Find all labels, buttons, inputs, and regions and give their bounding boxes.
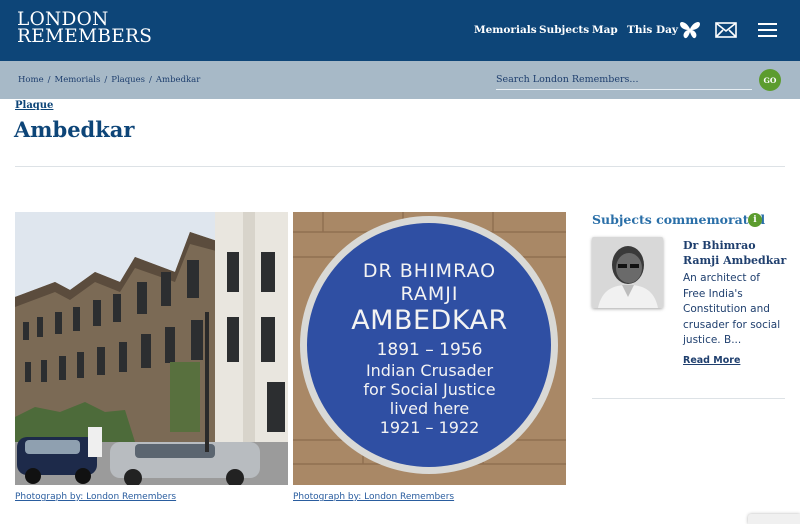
logo-line-2: REMEMBERS [17, 25, 153, 47]
street-photo-image [15, 212, 288, 485]
plaque-line: DR BHIMRAO [362, 260, 497, 282]
subject-name-link[interactable]: Dr Bhimrao Ramji Ambedkar [683, 238, 793, 268]
plaque-line: 1921 – 1922 [379, 418, 480, 437]
breadcrumb-plaques[interactable]: Plaques [111, 75, 145, 85]
butterfly-icon[interactable] [679, 20, 701, 40]
plaque-line: for Social Justice [363, 380, 496, 399]
divider [15, 166, 785, 167]
plaque-line: lived here [389, 399, 470, 418]
search-go-button[interactable]: GO [759, 69, 781, 91]
search-input[interactable] [496, 70, 752, 90]
nav-subjects[interactable]: Subjects [539, 24, 589, 36]
plaque-line: AMBEDKAR [351, 305, 508, 336]
site-logo[interactable]: LONDON REMEMBERS [17, 11, 153, 47]
plaque-line: 1891 – 1956 [376, 340, 483, 360]
breadcrumb-memorials[interactable]: Memorials [55, 75, 101, 85]
photo-credit-link[interactable]: Photograph by: London Remembers [293, 492, 454, 502]
breadcrumb-separator: / [104, 75, 108, 85]
divider [592, 398, 785, 399]
subject-description: An architect of Free India's Constitutio… [683, 272, 781, 346]
nav-memorials[interactable]: Memorials [474, 24, 537, 36]
memorial-type-link[interactable]: Plaque [15, 100, 53, 111]
recaptcha-badge[interactable] [748, 514, 800, 524]
breadcrumb-home[interactable]: Home [18, 75, 44, 85]
nav-this-day[interactable]: This Day [627, 24, 678, 36]
subjects-heading: Subjects commemorated [592, 212, 766, 227]
street-photo[interactable] [15, 212, 288, 485]
breadcrumb-separator: / [47, 75, 51, 85]
breadcrumb-separator: / [149, 75, 152, 85]
breadcrumb-current[interactable]: Ambedkar [156, 75, 200, 85]
plaque-text: DR BHIMRAO RAMJI AMBEDKAR 1891 – 1956 In… [293, 212, 566, 485]
nav-map[interactable]: Map [592, 24, 618, 36]
read-more-link[interactable]: Read More [683, 355, 740, 366]
plaque-line: Indian Crusader [365, 361, 494, 380]
subject-avatar[interactable] [592, 237, 663, 308]
page-title: Ambedkar [14, 117, 135, 142]
plaque-photo[interactable]: DR BHIMRAO RAMJI AMBEDKAR 1891 – 1956 In… [293, 212, 566, 485]
info-icon[interactable]: i [748, 213, 762, 227]
subject-portrait [592, 237, 663, 308]
breadcrumb: Home / Memorials / Plaques / Ambedkar [18, 75, 200, 85]
mail-icon[interactable] [715, 22, 737, 38]
photo-credit-link[interactable]: Photograph by: London Remembers [15, 492, 176, 502]
plaque-line: RAMJI [400, 283, 459, 305]
menu-icon[interactable] [758, 23, 777, 37]
